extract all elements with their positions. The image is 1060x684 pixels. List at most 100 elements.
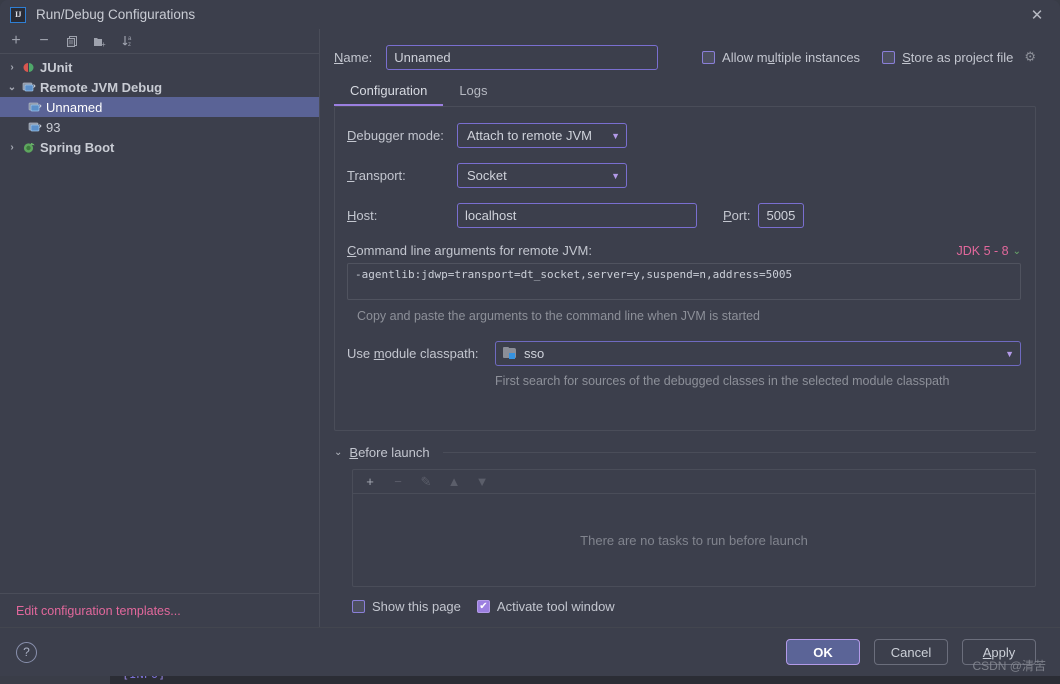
chevron-down-icon: ▼ <box>1005 348 1014 359</box>
section-divider <box>442 452 1036 453</box>
show-this-page-box[interactable] <box>352 600 365 613</box>
activate-tool-window-label: Activate tool window <box>496 599 615 614</box>
remote-debug-icon <box>26 121 43 134</box>
edit-templates-container: Edit configuration templates... <box>0 593 319 627</box>
before-launch-header: ⌄ Before launch <box>334 445 1036 460</box>
apply-button[interactable]: Apply <box>962 639 1036 665</box>
sort-icon-svg: a z <box>122 36 132 48</box>
allow-multiple-instances-label: Allow multiple instances <box>722 49 861 65</box>
svg-text:z: z <box>128 42 131 48</box>
collapse-chevron-icon[interactable]: ⌄ <box>334 447 342 458</box>
add-configuration-icon[interactable]: + <box>8 32 24 49</box>
chevron-right-icon[interactable]: › <box>4 62 20 73</box>
host-label: Host: <box>347 208 378 223</box>
tree-item-unnamed[interactable]: Unnamed <box>0 97 319 117</box>
before-launch-toolbar: + − ✎ ▲ ▼ <box>353 470 1035 494</box>
ok-button[interactable]: OK <box>786 639 860 665</box>
host-input[interactable] <box>457 203 697 228</box>
configuration-form: Name: Allow multiple instances Store as … <box>320 29 1060 627</box>
chevron-down-icon: ⌄ <box>1012 245 1021 257</box>
move-task-up-icon: ▲ <box>447 474 461 489</box>
before-launch-title: Before launch <box>349 445 430 460</box>
dialog-footer: ? OK Cancel Apply CSDN @清苦 <box>0 627 1060 676</box>
tree-item-label: Spring Boot <box>40 139 115 155</box>
dialog-titlebar: IJ Run/Debug Configurations ✕ <box>0 0 1060 29</box>
close-icon[interactable]: ✕ <box>1014 0 1060 29</box>
tree-item-label: 93 <box>46 119 61 135</box>
store-as-project-file-label: Store as project file <box>902 49 1014 65</box>
name-label: Name: <box>334 49 373 65</box>
cmdline-label-row: Command line arguments for remote JVM: J… <box>347 243 1021 258</box>
cancel-button[interactable]: Cancel <box>874 639 948 665</box>
store-as-project-file-box[interactable] <box>882 50 896 64</box>
chevron-down-icon: ▼ <box>611 130 620 141</box>
edit-configuration-templates-link[interactable]: Edit configuration templates... <box>16 604 181 618</box>
transport-dropdown[interactable]: Socket ▼ <box>457 163 627 188</box>
tab-configuration[interactable]: Configuration <box>334 79 444 106</box>
debugger-mode-dropdown[interactable]: Attach to remote JVM ▼ <box>457 123 627 148</box>
tree-item-spring-boot[interactable]: › Spring Boot <box>0 137 319 157</box>
tree-toolbar: + − + a z <box>0 29 319 54</box>
classpath-label: Use module classpath: <box>347 346 479 361</box>
tree-item-label: JUnit <box>40 59 73 75</box>
activate-tool-window-checkbox[interactable]: Activate tool window <box>476 599 615 614</box>
module-classpath-dropdown[interactable]: sso ▼ <box>495 341 1021 366</box>
show-this-page-label: Show this page <box>372 599 461 614</box>
host-port-row: Host: Port: <box>347 203 1021 228</box>
cmdline-hint: Copy and paste the arguments to the comm… <box>357 309 760 323</box>
transport-label: Transport: <box>347 168 406 183</box>
bottom-checkboxes: Show this page Activate tool window <box>352 599 1036 614</box>
tree-item-remote-jvm-debug[interactable]: ⌄ Remote JVM Debug <box>0 77 319 97</box>
port-label: Port: <box>723 208 751 223</box>
activate-tool-window-box[interactable] <box>476 600 490 613</box>
transport-value: Socket <box>467 168 507 183</box>
jdk-version-label: JDK 5 - 8 <box>956 244 1009 258</box>
store-as-project-file-checkbox[interactable]: Store as project file ⚙ <box>882 49 1036 65</box>
jdk-version-selector[interactable]: JDK 5 - 8 ⌄ <box>957 244 1022 258</box>
configurations-sidebar: + − + a z › JUnit ⌄ Remote JVM Debug Unn… <box>0 29 320 627</box>
help-icon[interactable]: ? <box>16 641 37 663</box>
copy-configuration-icon[interactable] <box>64 33 80 49</box>
before-launch-tasks-panel: + − ✎ ▲ ▼ There are no tasks to run befo… <box>352 469 1036 587</box>
module-icon <box>503 347 518 360</box>
move-task-down-icon: ▼ <box>475 474 489 489</box>
add-task-icon[interactable]: + <box>363 474 377 489</box>
remove-task-icon: − <box>394 474 402 489</box>
run-debug-configurations-dialog: IJ Run/Debug Configurations ✕ + − + a z … <box>0 0 1060 676</box>
allow-multiple-instances-box[interactable] <box>702 50 716 64</box>
configuration-tab-panel: Debugger mode: Attach to remote JVM ▼ Tr… <box>334 106 1036 431</box>
new-folder-icon-svg: + <box>94 37 106 48</box>
tab-logs[interactable]: Logs <box>443 79 503 106</box>
configurations-tree: › JUnit ⌄ Remote JVM Debug Unnamed 93 › Spring … <box>0 54 319 593</box>
sort-alphabetically-icon[interactable]: a z <box>120 33 136 49</box>
junit-icon <box>20 61 37 74</box>
module-classpath-value: sso <box>524 346 545 361</box>
remote-debug-icon <box>20 81 37 94</box>
remote-debug-icon <box>26 101 43 114</box>
form-tabs: Configuration Logs <box>334 79 1036 106</box>
copy-icon-svg <box>66 35 77 47</box>
chevron-down-icon: ▼ <box>611 170 620 181</box>
intellij-logo-icon: IJ <box>10 6 26 23</box>
new-folder-icon[interactable]: + <box>92 33 108 49</box>
name-input[interactable] <box>386 44 659 70</box>
allow-multiple-instances-checkbox[interactable]: Allow multiple instances <box>702 50 860 65</box>
show-this-page-checkbox[interactable]: Show this page <box>352 599 461 614</box>
port-input[interactable] <box>758 203 805 228</box>
dialog-title: Run/Debug Configurations <box>36 7 196 22</box>
debugger-mode-value: Attach to remote JVM <box>467 128 592 143</box>
classpath-row: Use module classpath: sso ▼ <box>347 341 1021 366</box>
chevron-down-icon[interactable]: ⌄ <box>4 82 20 93</box>
gear-icon[interactable]: ⚙ <box>1024 49 1036 65</box>
remove-configuration-icon[interactable]: − <box>36 32 52 49</box>
tree-item-junit[interactable]: › JUnit <box>0 57 319 77</box>
transport-row: Transport: Socket ▼ <box>347 163 1021 188</box>
chevron-right-icon[interactable]: › <box>4 142 20 153</box>
tree-item-label: Remote JVM Debug <box>40 79 163 95</box>
edit-task-icon: ✎ <box>420 473 432 489</box>
debugger-mode-label: Debugger mode: <box>347 128 444 143</box>
spring-boot-icon <box>20 141 37 154</box>
tree-item-93[interactable]: 93 <box>0 117 319 137</box>
header-checkboxes: Allow multiple instances Store as projec… <box>702 49 1036 65</box>
cmdline-arguments-field[interactable]: -agentlib:jdwp=transport=dt_socket,serve… <box>347 263 1021 300</box>
